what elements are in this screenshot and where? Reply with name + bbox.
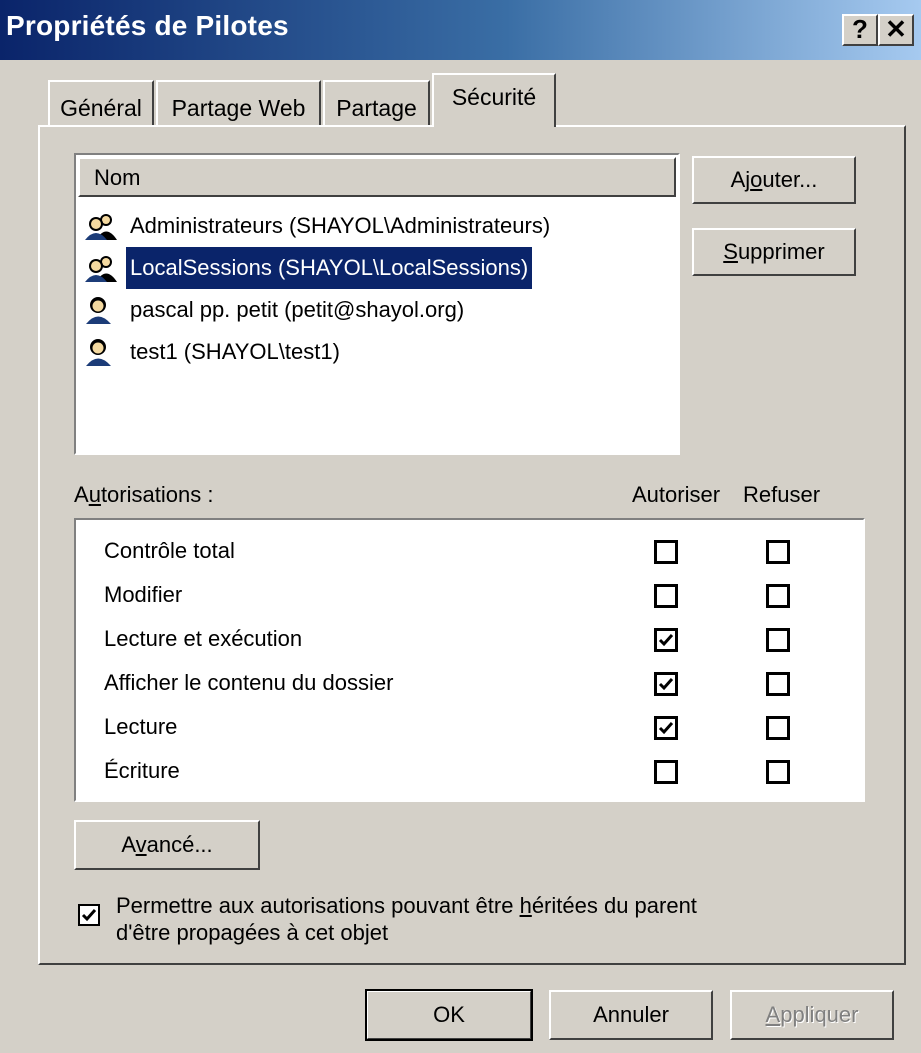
permission-allow-checkbox[interactable] (654, 716, 678, 740)
add-button-label-pre: Aj (730, 167, 751, 192)
apply-button-accel: A (765, 1002, 781, 1027)
add-button[interactable]: Ajouter... (692, 156, 856, 204)
properties-dialog: Propriétés de Pilotes ? ✕ Général Partag… (0, 0, 921, 1053)
advanced-button-label-post: ancé... (146, 832, 213, 857)
users-listbox[interactable]: Nom Administrateurs (SHAYOL\Administrate… (74, 153, 680, 455)
list-item-label: pascal pp. petit (petit@shayol.org) (130, 297, 465, 322)
permission-row-label: Lecture et exécution (104, 626, 303, 651)
user-icon (86, 297, 111, 324)
inherit-label-line2: d'être propagées à cet objet (116, 920, 389, 945)
remove-button-label-post: upprimer (737, 239, 825, 264)
add-button-label-post: uter... (762, 167, 818, 192)
remove-button-accel: S (723, 239, 738, 264)
inherit-checkbox[interactable] (78, 904, 100, 926)
user-icon (86, 339, 111, 366)
apply-button[interactable]: Appliquer (730, 990, 894, 1040)
apply-button-label-post: ppliquer (780, 1002, 859, 1027)
deny-column-header: Refuser (743, 482, 821, 507)
tab-web-sharing[interactable]: Partage Web (156, 80, 321, 125)
inherit-label-post: éritées du parent (531, 893, 697, 918)
checkmark-icon (658, 678, 674, 691)
permission-row-label: Modifier (104, 582, 183, 607)
checkmark-icon (658, 634, 674, 647)
column-header-name[interactable]: Nom (78, 157, 676, 197)
remove-button[interactable]: Supprimer (692, 228, 856, 276)
permission-deny-checkbox[interactable] (766, 672, 790, 696)
permission-row-label: Lecture (104, 714, 178, 739)
close-icon: ✕ (885, 14, 907, 44)
permission-deny-checkbox[interactable] (766, 540, 790, 564)
permission-row-label: Écriture (104, 758, 180, 783)
permissions-label-post: torisations : (100, 482, 214, 507)
list-item-label: LocalSessions (SHAYOL\LocalSessions) (126, 247, 533, 289)
tab-security-label: Sécurité (451, 84, 537, 110)
permission-deny-checkbox[interactable] (766, 584, 790, 608)
permission-deny-checkbox[interactable] (766, 760, 790, 784)
permission-row-label: Afficher le contenu du dossier (104, 670, 394, 695)
list-item-label: test1 (SHAYOL\test1) (130, 339, 340, 364)
cancel-button[interactable]: Annuler (549, 990, 713, 1040)
add-button-accel: o (750, 167, 763, 192)
permission-allow-checkbox[interactable] (654, 540, 678, 564)
allow-column-header: Autoriser (632, 482, 721, 507)
permissions-label: Autorisations : (74, 482, 213, 508)
inherit-label-accel: h (519, 893, 532, 918)
permissions-label-pre: A (74, 482, 89, 507)
permission-row-label: Contrôle total (104, 538, 235, 563)
close-button[interactable]: ✕ (878, 14, 914, 46)
tab-sharing-label: Partage (336, 95, 417, 121)
permission-deny-checkbox[interactable] (766, 716, 790, 740)
advanced-button-accel: v (135, 832, 147, 857)
checkmark-icon (81, 909, 97, 922)
inherit-label-pre: Permettre aux autorisations pouvant être (116, 893, 520, 918)
help-button[interactable]: ? (842, 14, 878, 46)
tab-general-label: Général (60, 95, 142, 121)
window-title: Propriétés de Pilotes (6, 10, 289, 41)
permissions-list[interactable]: Contrôle total Modifier Lecture et exécuti… (74, 518, 865, 802)
advanced-button[interactable]: Avancé... (74, 820, 260, 870)
permission-allow-checkbox[interactable] (654, 628, 678, 652)
help-icon: ? (852, 14, 868, 44)
permissions-label-accel: u (88, 482, 101, 507)
ok-button[interactable]: OK (365, 989, 533, 1041)
permission-allow-checkbox[interactable] (654, 672, 678, 696)
permission-allow-checkbox[interactable] (654, 584, 678, 608)
checkmark-icon (658, 722, 674, 735)
tab-web-sharing-label: Partage Web (171, 95, 306, 121)
inherit-label[interactable]: Permettre aux autorisations pouvant être… (116, 892, 697, 946)
permission-deny-checkbox[interactable] (766, 628, 790, 652)
ok-button-label: OK (433, 1002, 465, 1027)
cancel-button-label: Annuler (593, 1002, 669, 1027)
title-bar[interactable]: Propriétés de Pilotes ? ✕ (0, 0, 921, 60)
tab-security[interactable]: Sécurité (432, 73, 556, 127)
advanced-button-label-pre: A (121, 832, 136, 857)
column-header-label: Nom (94, 165, 141, 190)
permission-allow-checkbox[interactable] (654, 760, 678, 784)
tab-general[interactable]: Général (48, 80, 154, 125)
list-item-label: Administrateurs (SHAYOL\Administrateurs) (130, 213, 551, 238)
tab-sharing[interactable]: Partage (323, 80, 430, 125)
group-users-icon (85, 214, 117, 240)
group-users-icon (85, 256, 117, 282)
